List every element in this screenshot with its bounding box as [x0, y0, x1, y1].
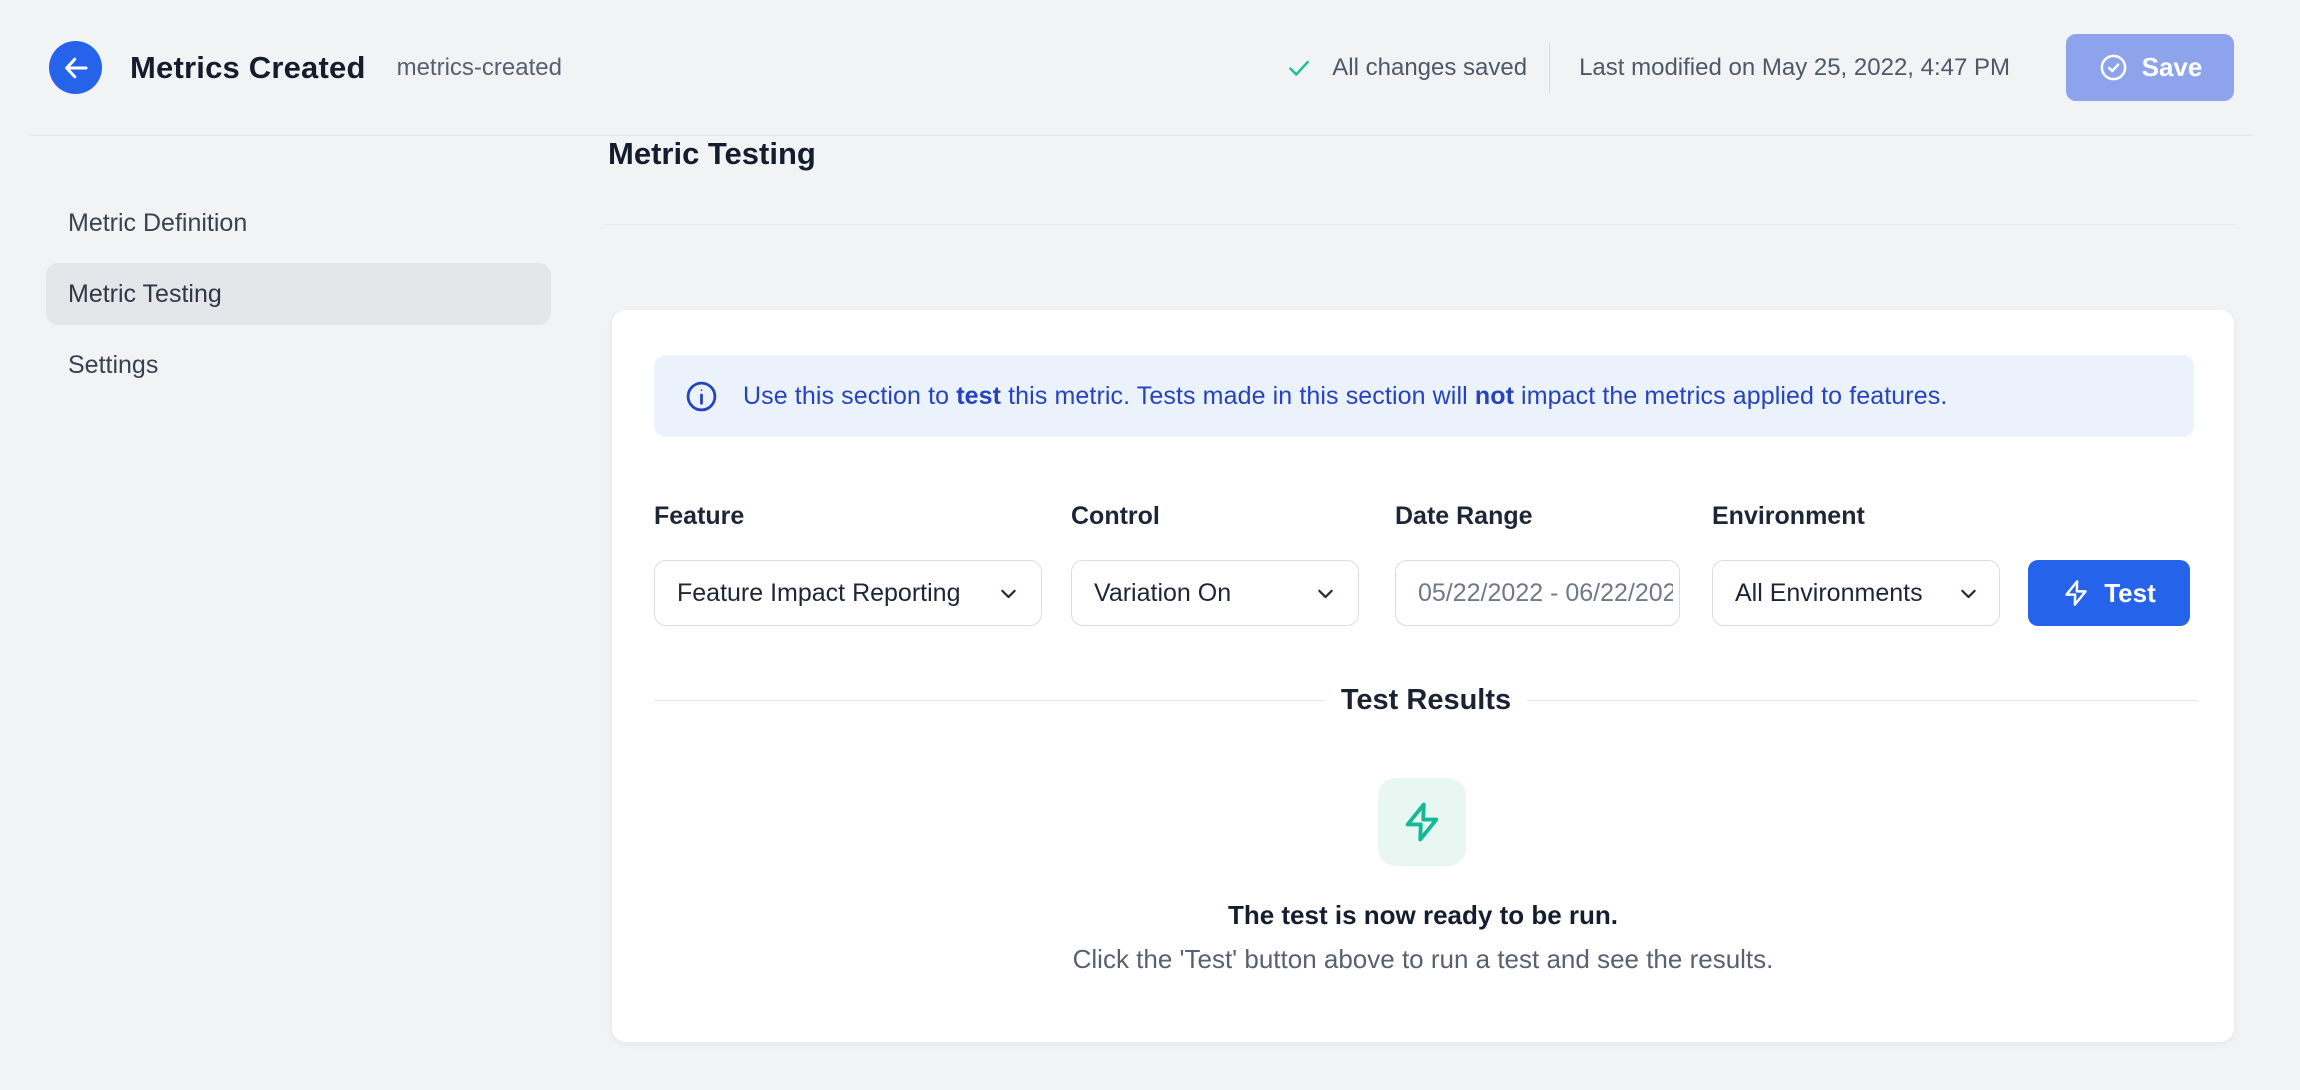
header-divider [1549, 43, 1550, 93]
save-button-label: Save [2142, 52, 2203, 83]
sidebar-item-label: Metric Definition [68, 209, 247, 238]
arrow-left-icon [61, 53, 91, 83]
chevron-down-icon [1315, 583, 1336, 604]
environment-select[interactable]: All Environments [1712, 560, 2000, 626]
save-status: All changes saved [1286, 54, 1527, 82]
lightning-bolt-icon [1401, 801, 1443, 843]
check-icon [1286, 55, 1312, 81]
last-modified-label: Last modified on May 25, 2022, 4:47 PM [1579, 54, 2010, 82]
metric-testing-card: Use this section to test this metric. Te… [612, 310, 2234, 1042]
sidebar-item-metric-definition[interactable]: Metric Definition [46, 192, 551, 254]
info-banner: Use this section to test this metric. Te… [654, 355, 2194, 437]
environment-label: Environment [1712, 502, 1865, 531]
sidebar-item-label: Metric Testing [68, 280, 222, 309]
control-label: Control [1071, 502, 1160, 531]
feature-select[interactable]: Feature Impact Reporting [654, 560, 1042, 626]
divider-line [654, 700, 1325, 701]
check-circle-icon [2098, 52, 2129, 83]
section-divider [604, 224, 2236, 225]
test-button[interactable]: Test [2028, 560, 2190, 626]
sidebar-item-settings[interactable]: Settings [46, 334, 551, 396]
empty-state-icon-box [1378, 778, 1466, 866]
header-bottom-divider [30, 135, 2254, 136]
test-button-label: Test [2104, 578, 2156, 609]
date-range-label: Date Range [1395, 502, 1533, 531]
test-results-title: Test Results [1341, 684, 1511, 717]
empty-state-subtitle: Click the 'Test' button above to run a t… [612, 944, 2234, 975]
date-range-field [1395, 560, 1680, 626]
environment-select-value: All Environments [1735, 579, 1923, 608]
test-results-divider: Test Results [654, 682, 2198, 718]
page-title: Metrics Created [130, 50, 366, 86]
empty-state-title: The test is now ready to be run. [612, 900, 2234, 931]
control-select-value: Variation On [1094, 579, 1231, 608]
sidebar-item-metric-testing[interactable]: Metric Testing [46, 263, 551, 325]
back-button[interactable] [49, 41, 102, 94]
save-status-label: All changes saved [1332, 54, 1527, 82]
info-banner-text: Use this section to test this metric. Te… [743, 382, 1947, 411]
sidebar-item-label: Settings [68, 351, 158, 380]
divider-line [1527, 700, 2198, 701]
feature-label: Feature [654, 502, 744, 531]
save-button[interactable]: Save [2066, 34, 2234, 101]
lightning-bolt-icon [2062, 579, 2090, 607]
date-range-input[interactable] [1418, 561, 1673, 625]
info-icon [684, 379, 719, 414]
metric-key: metrics-created [397, 54, 562, 82]
chevron-down-icon [998, 583, 1019, 604]
app-header: Metrics Created metrics-created All chan… [0, 0, 2300, 135]
control-select[interactable]: Variation On [1071, 560, 1359, 626]
section-heading: Metric Testing [608, 136, 816, 172]
feature-select-value: Feature Impact Reporting [677, 579, 960, 608]
chevron-down-icon [1958, 583, 1979, 604]
